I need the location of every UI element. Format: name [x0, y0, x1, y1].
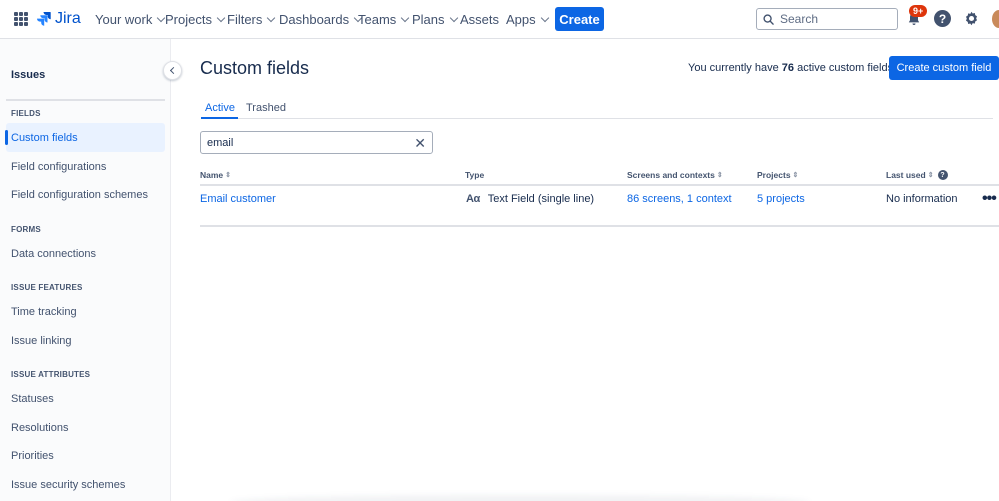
sidebar-item-resolutions[interactable]: Resolutions [6, 413, 165, 442]
help-icon[interactable]: ? [934, 10, 951, 27]
nav-filters[interactable]: Filters [227, 12, 274, 27]
column-header-name[interactable]: Name⇕ [200, 170, 231, 180]
nav-label: Your work [95, 12, 152, 27]
header-label: Projects [757, 170, 791, 180]
count-suffix: active custom fields [797, 62, 893, 74]
last-used-value: No information [886, 193, 958, 205]
sort-icon: ⇕ [717, 171, 723, 179]
tab-active-indicator [201, 117, 238, 119]
jira-logo[interactable]: Jira [37, 10, 81, 28]
top-navigation: Jira Your work Projects Filters Dashboar… [0, 0, 999, 39]
sidebar-item-time-tracking[interactable]: Time tracking [6, 297, 165, 326]
chevron-left-icon [170, 67, 177, 74]
create-button[interactable]: Create [555, 7, 604, 31]
nav-label: Plans [412, 12, 445, 27]
clear-icon[interactable]: ✕ [414, 136, 426, 150]
column-header-screens-contexts[interactable]: Screens and contexts⇕ [627, 170, 723, 180]
avatar[interactable] [992, 10, 999, 28]
logo-text: Jira [55, 10, 81, 28]
field-name-link[interactable]: Email customer [200, 193, 276, 205]
sidebar-collapse-button[interactable] [163, 61, 182, 80]
chevron-down-icon [217, 13, 225, 21]
active-field-count: You currently have 76 active custom fiel… [688, 62, 893, 74]
sort-icon: ⇕ [793, 171, 799, 179]
count-prefix: You currently have [688, 62, 779, 74]
screens-contexts-link[interactable]: 86 screens, 1 context [627, 193, 732, 205]
field-type-label: Text Field (single line) [488, 193, 594, 205]
notification-badge: 9+ [909, 5, 927, 17]
chevron-down-icon [540, 13, 548, 21]
table-header-divider [200, 184, 999, 186]
nav-label: Dashboards [279, 12, 349, 27]
header-label: Name [200, 170, 223, 180]
nav-your-work[interactable]: Your work [95, 12, 164, 27]
nav-label: Filters [227, 12, 262, 27]
more-actions-icon[interactable]: ••• [982, 190, 996, 208]
chevron-down-icon [267, 13, 275, 21]
bottom-shadow [230, 495, 810, 501]
sidebar-divider [6, 99, 165, 101]
sidebar-item-priorities[interactable]: Priorities [6, 441, 165, 470]
search-icon [763, 14, 774, 25]
nav-plans[interactable]: Plans [412, 12, 457, 27]
projects-link[interactable]: 5 projects [757, 193, 805, 205]
sidebar-item-data-connections[interactable]: Data connections [6, 239, 165, 268]
sort-icon: ⇕ [225, 171, 231, 179]
tab-trashed[interactable]: Trashed [246, 102, 286, 114]
search-input[interactable] [780, 12, 890, 26]
count-value: 76 [782, 62, 794, 74]
column-header-type: Type [465, 170, 484, 180]
sidebar-title: Issues [11, 69, 45, 81]
sidebar-section-issue-attributes: ISSUE ATTRIBUTES [11, 370, 90, 379]
sort-icon: ⇕ [928, 171, 934, 179]
nav-projects[interactable]: Projects [165, 12, 224, 27]
sidebar-item-field-configurations[interactable]: Field configurations [6, 152, 165, 181]
header-label: Type [465, 170, 484, 180]
nav-label: Teams [358, 12, 396, 27]
search-box[interactable] [756, 8, 898, 30]
nav-label: Assets [460, 12, 499, 27]
page-title: Custom fields [200, 58, 309, 79]
create-custom-field-button[interactable]: Create custom field [889, 56, 999, 80]
sidebar-section-forms: FORMS [11, 225, 41, 234]
column-header-last-used[interactable]: Last used⇕? [886, 170, 948, 180]
nav-dashboards[interactable]: Dashboards [279, 12, 361, 27]
sidebar: Issues FIELDS Custom fields Field config… [0, 39, 171, 501]
sidebar-section-fields: FIELDS [11, 109, 41, 118]
chevron-down-icon [449, 13, 457, 21]
sidebar-item-issue-linking[interactable]: Issue linking [6, 326, 165, 355]
nav-assets[interactable]: Assets [460, 12, 499, 27]
tab-active[interactable]: Active [205, 102, 235, 114]
field-filter[interactable]: ✕ [200, 131, 433, 154]
header-label: Last used [886, 170, 926, 180]
nav-teams[interactable]: Teams [358, 12, 408, 27]
sidebar-item-issue-security-schemes[interactable]: Issue security schemes [6, 470, 165, 499]
header-label: Screens and contexts [627, 170, 715, 180]
nav-apps[interactable]: Apps [506, 12, 548, 27]
chevron-down-icon [401, 13, 409, 21]
sidebar-item-statuses[interactable]: Statuses [6, 384, 165, 413]
text-field-icon: Aα [466, 193, 480, 205]
settings-gear-icon[interactable] [963, 10, 980, 27]
field-type: Aα Text Field (single line) [466, 193, 594, 205]
table-row-divider [200, 225, 999, 227]
filter-input[interactable] [207, 137, 414, 149]
app-switcher-icon[interactable] [14, 12, 28, 26]
sidebar-section-issue-features: ISSUE FEATURES [11, 283, 83, 292]
sidebar-item-custom-fields[interactable]: Custom fields [6, 123, 165, 152]
column-header-projects[interactable]: Projects⇕ [757, 170, 798, 180]
nav-label: Projects [165, 12, 212, 27]
tabs-divider [201, 118, 993, 119]
help-icon[interactable]: ? [938, 170, 948, 180]
jira-logo-icon [37, 11, 51, 27]
sidebar-item-field-configuration-schemes[interactable]: Field configuration schemes [6, 180, 165, 209]
nav-label: Apps [506, 12, 536, 27]
